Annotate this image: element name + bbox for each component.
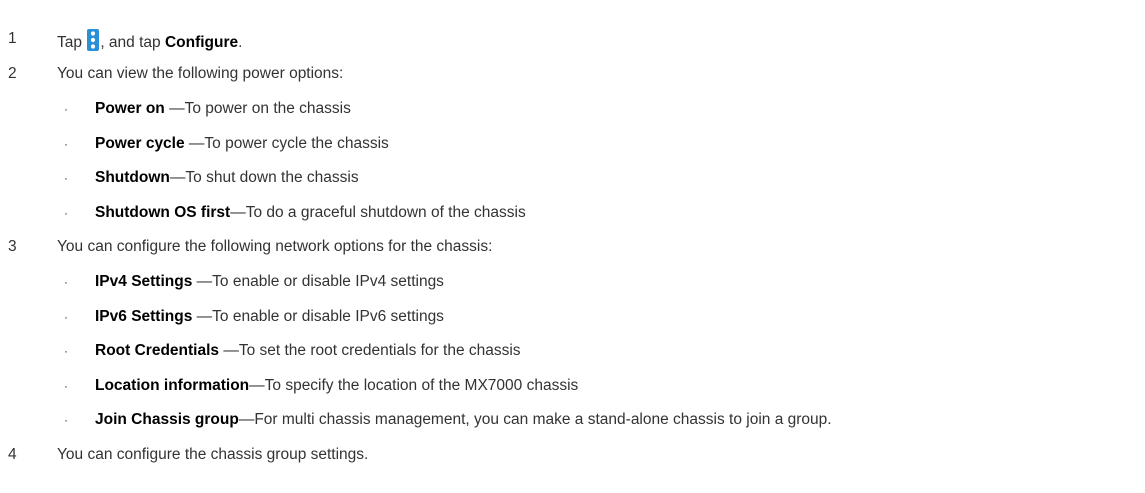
- bullet-desc: —To power on the chassis: [169, 100, 351, 117]
- bullet-term: Power on: [95, 100, 170, 117]
- bullet-dot: ·: [64, 206, 68, 220]
- document-page: 1 Tap , and tap Configure. 2 You can vie…: [0, 0, 1145, 493]
- step-number: 1: [8, 30, 17, 47]
- bullet-term: IPv4 Settings: [95, 273, 197, 290]
- bullet-term: Location information: [95, 377, 250, 394]
- bullet-dot: ·: [64, 275, 68, 289]
- bullet-desc: —To shut down the chassis: [169, 169, 359, 186]
- bullet-desc: —To power cycle the chassis: [188, 135, 389, 152]
- bullet-dot: ·: [64, 344, 68, 358]
- bullet-desc: —To enable or disable IPv4 settings: [196, 273, 444, 290]
- bullet-dot: ·: [64, 379, 68, 393]
- step-text-part: , and tap: [100, 34, 165, 51]
- bullet-desc: —To enable or disable IPv6 settings: [196, 308, 444, 325]
- bullet-term: Shutdown: [95, 169, 170, 186]
- step-number: 2: [8, 65, 17, 82]
- bullet-term: Join Chassis group: [95, 411, 239, 428]
- bullet-desc: —To set the root credentials for the cha…: [223, 342, 521, 359]
- bullet-dot: ·: [64, 102, 68, 116]
- step-text: You can configure the following network …: [57, 238, 493, 255]
- bullet-term: IPv6 Settings: [95, 308, 197, 325]
- bullet-term: Root Credentials: [95, 342, 224, 359]
- step-text: Tap , and tap Configure.: [57, 29, 242, 53]
- step-text-part: .: [238, 34, 243, 51]
- bullet-dot: ·: [64, 137, 68, 151]
- bullet-desc: —To do a graceful shutdown of the chassi…: [230, 204, 526, 221]
- configure-term: Configure: [164, 34, 239, 51]
- bullet-term: Power cycle: [95, 135, 189, 152]
- step-number: 4: [8, 446, 17, 463]
- bullet-term: Shutdown OS first: [95, 204, 231, 221]
- step-text-part: Tap: [57, 34, 87, 51]
- bullet-dot: ·: [64, 413, 68, 427]
- step-text: You can view the following power options…: [57, 65, 344, 82]
- bullet-dot: ·: [64, 310, 68, 324]
- bullet-desc: —To specify the location of the MX7000 c…: [249, 377, 579, 394]
- step-number: 3: [8, 238, 17, 255]
- bullet-dot: ·: [64, 171, 68, 185]
- step-text: You can configure the chassis group sett…: [57, 446, 369, 463]
- bullet-desc: —For multi chassis management, you can m…: [238, 411, 832, 428]
- kebab-menu-icon: [87, 29, 100, 51]
